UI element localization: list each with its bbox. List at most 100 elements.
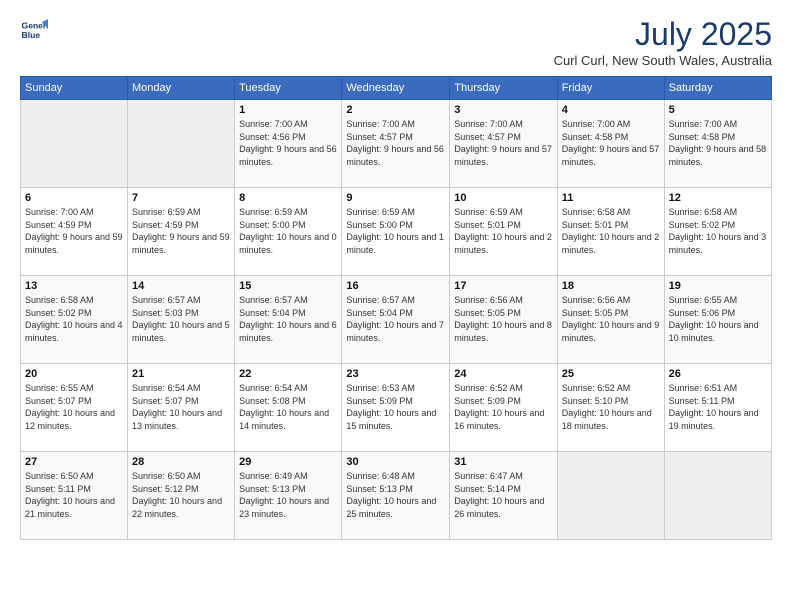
calendar-week-row: 27Sunrise: 6:50 AMSunset: 5:11 PMDayligh… xyxy=(21,452,772,540)
calendar-cell xyxy=(557,452,664,540)
calendar-cell: 16Sunrise: 6:57 AMSunset: 5:04 PMDayligh… xyxy=(342,276,450,364)
calendar-cell: 21Sunrise: 6:54 AMSunset: 5:07 PMDayligh… xyxy=(128,364,235,452)
calendar-cell: 14 Sunrise: 6:57 AMSunset: 5:03 PMDayligh… xyxy=(128,276,235,364)
calendar-cell: 9 Sunrise: 6:59 AMSunset: 5:00 PMDaylight… xyxy=(342,188,450,276)
day-detail: Sunrise: 7:00 AMSunset: 4:59 PMDaylight:… xyxy=(25,206,123,256)
calendar-cell xyxy=(664,452,771,540)
day-number: 24 xyxy=(454,368,552,380)
day-number: 9 xyxy=(346,192,445,204)
day-number: 1 xyxy=(239,104,337,116)
calendar-cell: 19 Sunrise: 6:55 AMSunset: 5:06 PMDayligh… xyxy=(664,276,771,364)
day-detail: Sunrise: 6:54 AMSunset: 5:07 PMDaylight:… xyxy=(132,382,230,432)
day-detail: Sunrise: 6:59 AMSunset: 5:00 PMDaylight:… xyxy=(346,206,445,256)
day-number: 20 xyxy=(25,368,123,380)
day-number: 7 xyxy=(132,192,230,204)
calendar-cell xyxy=(21,100,128,188)
calendar-week-row: 13 Sunrise: 6:58 AMSunset: 5:02 PMDayligh… xyxy=(21,276,772,364)
col-header-friday: Friday xyxy=(557,77,664,100)
day-number: 19 xyxy=(669,280,767,292)
page: General Blue July 2025 Curl Curl, New So… xyxy=(0,0,792,612)
month-title: July 2025 xyxy=(554,16,772,53)
day-detail: Sunrise: 6:57 AMSunset: 5:04 PMDaylight:… xyxy=(239,294,337,344)
day-number: 3 xyxy=(454,104,552,116)
calendar: SundayMondayTuesdayWednesdayThursdayFrid… xyxy=(20,76,772,540)
day-detail: Sunrise: 7:00 AMSunset: 4:58 PMDaylight:… xyxy=(669,118,767,168)
calendar-cell: 18 Sunrise: 6:56 AMSunset: 5:05 PMDayligh… xyxy=(557,276,664,364)
day-detail: Sunrise: 6:58 AMSunset: 5:01 PMDaylight:… xyxy=(562,206,660,256)
svg-text:Blue: Blue xyxy=(22,30,41,40)
day-number: 18 xyxy=(562,280,660,292)
day-detail: Sunrise: 6:52 AMSunset: 5:10 PMDaylight:… xyxy=(562,382,660,432)
calendar-cell: 23Sunrise: 6:53 AMSunset: 5:09 PMDayligh… xyxy=(342,364,450,452)
day-detail: Sunrise: 6:52 AMSunset: 5:09 PMDaylight:… xyxy=(454,382,552,432)
calendar-cell: 20 Sunrise: 6:55 AMSunset: 5:07 PMDayligh… xyxy=(21,364,128,452)
day-number: 5 xyxy=(669,104,767,116)
day-detail: Sunrise: 6:59 AMSunset: 5:00 PMDaylight:… xyxy=(239,206,337,256)
day-detail: Sunrise: 6:56 AMSunset: 5:05 PMDaylight:… xyxy=(562,294,660,344)
day-number: 14 xyxy=(132,280,230,292)
calendar-week-row: 6 Sunrise: 7:00 AMSunset: 4:59 PMDaylight… xyxy=(21,188,772,276)
calendar-cell: 24 Sunrise: 6:52 AMSunset: 5:09 PMDayligh… xyxy=(450,364,557,452)
day-detail: Sunrise: 6:57 AMSunset: 5:03 PMDaylight:… xyxy=(132,294,230,344)
day-number: 2 xyxy=(346,104,445,116)
day-detail: Sunrise: 6:55 AMSunset: 5:06 PMDaylight:… xyxy=(669,294,767,344)
day-number: 8 xyxy=(239,192,337,204)
calendar-cell: 7Sunrise: 6:59 AMSunset: 4:59 PMDaylight… xyxy=(128,188,235,276)
title-block: July 2025 Curl Curl, New South Wales, Au… xyxy=(554,16,772,68)
day-detail: Sunrise: 6:56 AMSunset: 5:05 PMDaylight:… xyxy=(454,294,552,344)
calendar-cell: 11 Sunrise: 6:58 AMSunset: 5:01 PMDayligh… xyxy=(557,188,664,276)
col-header-monday: Monday xyxy=(128,77,235,100)
calendar-week-row: 1 Sunrise: 7:00 AMSunset: 4:56 PMDaylight… xyxy=(21,100,772,188)
day-detail: Sunrise: 7:00 AMSunset: 4:56 PMDaylight:… xyxy=(239,118,337,168)
day-number: 28 xyxy=(132,456,230,468)
col-header-sunday: Sunday xyxy=(21,77,128,100)
logo: General Blue xyxy=(20,16,48,44)
day-detail: Sunrise: 6:58 AMSunset: 5:02 PMDaylight:… xyxy=(669,206,767,256)
day-detail: Sunrise: 7:00 AMSunset: 4:57 PMDaylight:… xyxy=(454,118,552,168)
calendar-cell: 5 Sunrise: 7:00 AMSunset: 4:58 PMDaylight… xyxy=(664,100,771,188)
calendar-cell: 27Sunrise: 6:50 AMSunset: 5:11 PMDayligh… xyxy=(21,452,128,540)
day-number: 6 xyxy=(25,192,123,204)
day-number: 13 xyxy=(25,280,123,292)
day-detail: Sunrise: 7:00 AMSunset: 4:57 PMDaylight:… xyxy=(346,118,445,168)
day-number: 26 xyxy=(669,368,767,380)
calendar-week-row: 20 Sunrise: 6:55 AMSunset: 5:07 PMDayligh… xyxy=(21,364,772,452)
day-detail: Sunrise: 6:57 AMSunset: 5:04 PMDaylight:… xyxy=(346,294,445,344)
calendar-cell: 15Sunrise: 6:57 AMSunset: 5:04 PMDayligh… xyxy=(235,276,342,364)
col-header-thursday: Thursday xyxy=(450,77,557,100)
day-number: 11 xyxy=(562,192,660,204)
calendar-cell: 10Sunrise: 6:59 AMSunset: 5:01 PMDayligh… xyxy=(450,188,557,276)
day-number: 30 xyxy=(346,456,445,468)
day-number: 23 xyxy=(346,368,445,380)
day-detail: Sunrise: 6:58 AMSunset: 5:02 PMDaylight:… xyxy=(25,294,123,344)
calendar-cell: 29 Sunrise: 6:49 AMSunset: 5:13 PMDayligh… xyxy=(235,452,342,540)
calendar-cell: 4Sunrise: 7:00 AMSunset: 4:58 PMDaylight… xyxy=(557,100,664,188)
calendar-cell: 22Sunrise: 6:54 AMSunset: 5:08 PMDayligh… xyxy=(235,364,342,452)
day-number: 4 xyxy=(562,104,660,116)
day-detail: Sunrise: 6:49 AMSunset: 5:13 PMDaylight:… xyxy=(239,470,337,520)
calendar-cell: 2 Sunrise: 7:00 AMSunset: 4:57 PMDaylight… xyxy=(342,100,450,188)
day-number: 22 xyxy=(239,368,337,380)
location: Curl Curl, New South Wales, Australia xyxy=(554,53,772,68)
calendar-cell: 1 Sunrise: 7:00 AMSunset: 4:56 PMDaylight… xyxy=(235,100,342,188)
header: General Blue July 2025 Curl Curl, New So… xyxy=(20,16,772,68)
calendar-cell: 8 Sunrise: 6:59 AMSunset: 5:00 PMDaylight… xyxy=(235,188,342,276)
calendar-cell: 25 Sunrise: 6:52 AMSunset: 5:10 PMDayligh… xyxy=(557,364,664,452)
calendar-header-row: SundayMondayTuesdayWednesdayThursdayFrid… xyxy=(21,77,772,100)
day-number: 29 xyxy=(239,456,337,468)
calendar-cell: 26Sunrise: 6:51 AMSunset: 5:11 PMDayligh… xyxy=(664,364,771,452)
day-number: 25 xyxy=(562,368,660,380)
day-detail: Sunrise: 6:50 AMSunset: 5:11 PMDaylight:… xyxy=(25,470,123,520)
calendar-cell: 31Sunrise: 6:47 AMSunset: 5:14 PMDayligh… xyxy=(450,452,557,540)
col-header-tuesday: Tuesday xyxy=(235,77,342,100)
calendar-cell xyxy=(128,100,235,188)
calendar-cell: 28Sunrise: 6:50 AMSunset: 5:12 PMDayligh… xyxy=(128,452,235,540)
day-detail: Sunrise: 6:55 AMSunset: 5:07 PMDaylight:… xyxy=(25,382,123,432)
calendar-cell: 30Sunrise: 6:48 AMSunset: 5:13 PMDayligh… xyxy=(342,452,450,540)
calendar-cell: 3 Sunrise: 7:00 AMSunset: 4:57 PMDaylight… xyxy=(450,100,557,188)
col-header-saturday: Saturday xyxy=(664,77,771,100)
col-header-wednesday: Wednesday xyxy=(342,77,450,100)
day-detail: Sunrise: 6:59 AMSunset: 5:01 PMDaylight:… xyxy=(454,206,552,256)
calendar-cell: 17Sunrise: 6:56 AMSunset: 5:05 PMDayligh… xyxy=(450,276,557,364)
day-number: 31 xyxy=(454,456,552,468)
